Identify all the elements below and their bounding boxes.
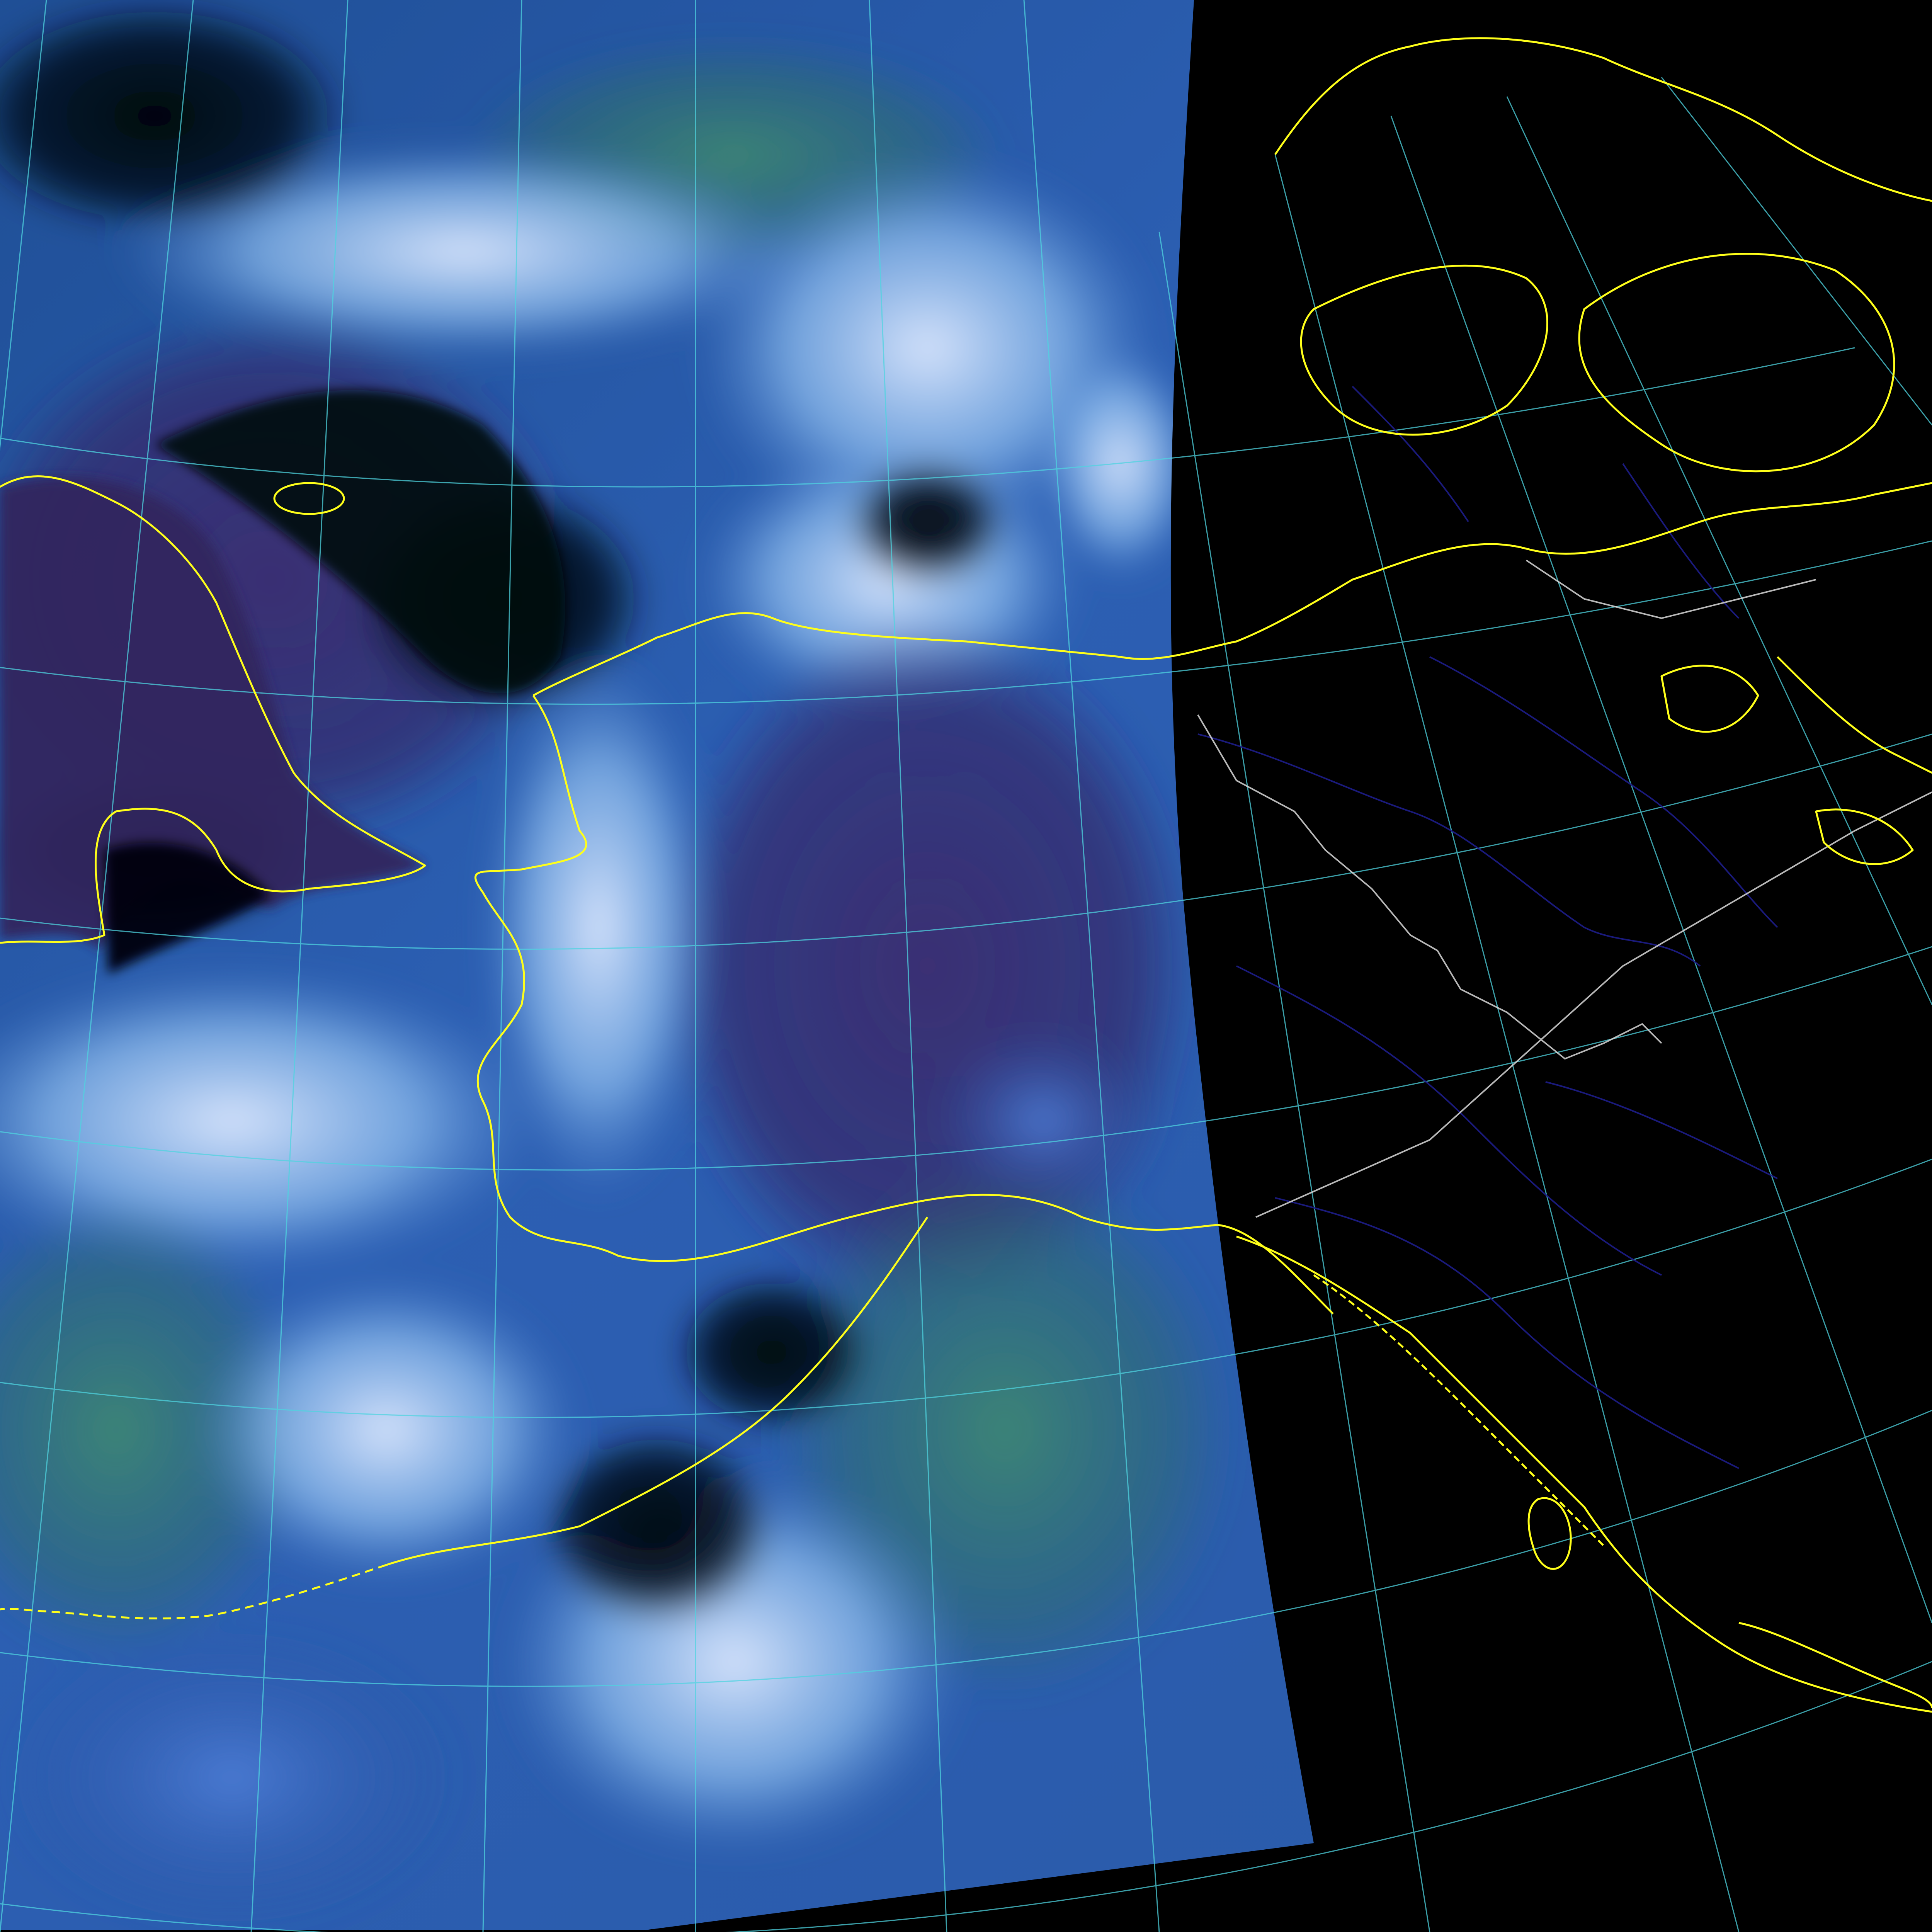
satellite-map: [0, 0, 1932, 1932]
map-canvas: [0, 0, 1932, 1932]
